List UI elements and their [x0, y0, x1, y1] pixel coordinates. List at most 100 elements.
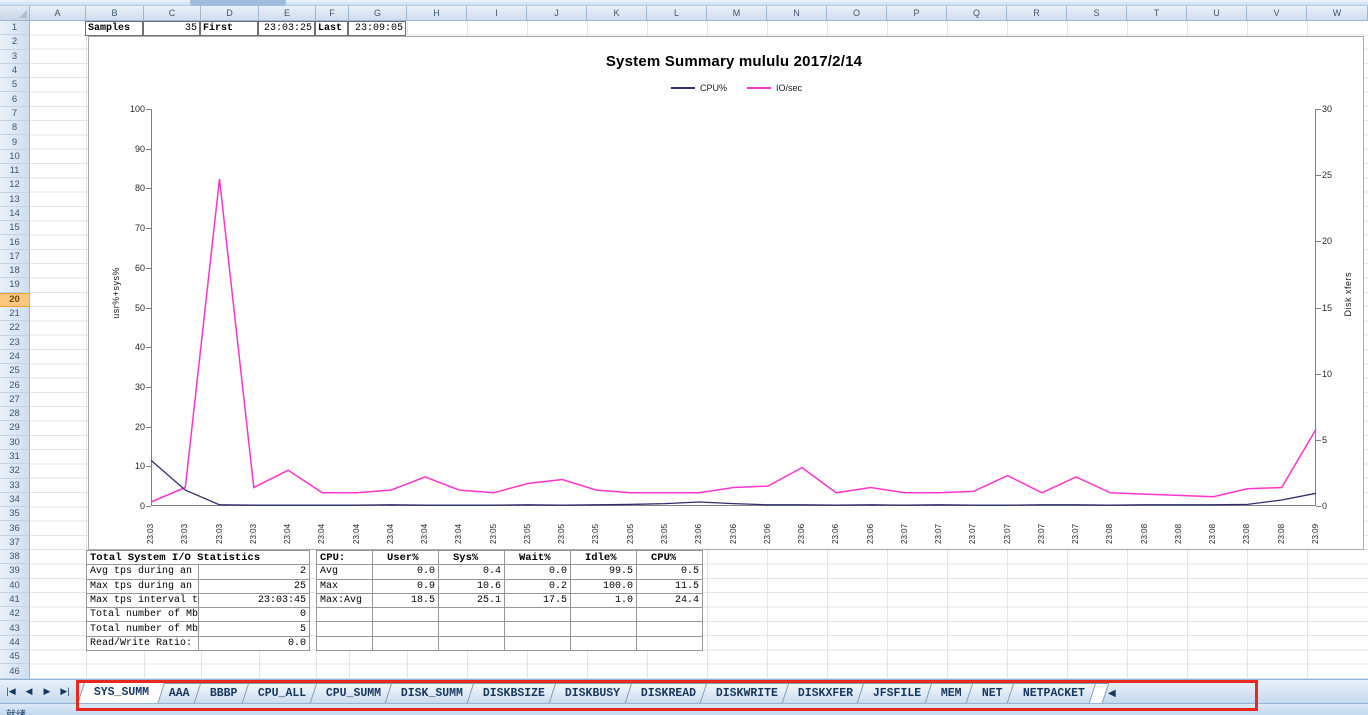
empty-cell[interactable]	[636, 607, 703, 623]
sheet-area[interactable]: System Summary mululu 2017/2/14 CPU% IO/s…	[30, 21, 1368, 679]
cpu-header-cell[interactable]: Wait%	[504, 549, 571, 566]
empty-cell[interactable]	[316, 635, 373, 652]
empty-cell[interactable]	[438, 621, 505, 637]
row-header-38[interactable]: 38	[0, 549, 30, 565]
cpu-stat-cell[interactable]: 0.2	[504, 578, 571, 594]
cpu-stat-cell[interactable]: 18.5	[372, 592, 439, 609]
row-header-30[interactable]: 30	[0, 435, 30, 450]
sheet-tab-sys_summ[interactable]: SYS_SUMM	[77, 681, 166, 703]
empty-cell[interactable]	[504, 635, 571, 652]
row-header-10[interactable]: 10	[0, 149, 30, 164]
io-stat-value[interactable]: 0.0	[197, 635, 310, 652]
sheet-tab-diskbusy[interactable]: DISKBUSY	[549, 683, 637, 703]
row-header-45[interactable]: 45	[0, 650, 30, 665]
column-header-R[interactable]: R	[1007, 6, 1067, 21]
row-header-9[interactable]: 9	[0, 135, 30, 150]
column-header-K[interactable]: K	[587, 6, 647, 21]
empty-cell[interactable]	[316, 621, 373, 637]
row-header-32[interactable]: 32	[0, 464, 30, 479]
empty-cell[interactable]	[570, 635, 637, 652]
column-header-G[interactable]: G	[349, 6, 407, 21]
column-header-E[interactable]: E	[259, 6, 316, 21]
column-header-T[interactable]: T	[1127, 6, 1187, 21]
column-header-M[interactable]: M	[707, 6, 767, 21]
row-header-13[interactable]: 13	[0, 192, 30, 207]
column-header-W[interactable]: W	[1307, 6, 1368, 21]
row-header-16[interactable]: 16	[0, 235, 30, 250]
empty-cell[interactable]	[504, 607, 571, 623]
cell-last_label[interactable]: Last	[315, 21, 348, 36]
io-stat-value[interactable]: 23:03:45	[197, 592, 310, 609]
cell-samples_value[interactable]: 35	[143, 21, 200, 36]
cpu-stat-cell[interactable]: 0.0	[372, 564, 439, 580]
cpu-stat-cell[interactable]: 0.9	[372, 578, 439, 594]
empty-cell[interactable]	[372, 607, 439, 623]
column-header-N[interactable]: N	[767, 6, 827, 21]
empty-cell[interactable]	[570, 607, 637, 623]
row-header-39[interactable]: 39	[0, 564, 30, 579]
row-header-42[interactable]: 42	[0, 607, 30, 622]
row-header-46[interactable]: 46	[0, 664, 30, 679]
cpu-stat-cell[interactable]: Avg	[316, 564, 373, 580]
cpu-stat-cell[interactable]: 100.0	[570, 578, 637, 594]
row-header-27[interactable]: 27	[0, 392, 30, 408]
cpu-header-cell[interactable]: Sys%	[438, 549, 505, 566]
io-stat-label[interactable]: Max tps interval time:	[86, 592, 199, 609]
row-header-43[interactable]: 43	[0, 621, 30, 636]
io-stat-label[interactable]: Total number of Mbytes writte	[86, 621, 199, 637]
cpu-header-cell[interactable]: User%	[372, 549, 439, 566]
sheet-tab-cpu_summ[interactable]: CPU_SUMM	[309, 683, 398, 703]
io-stat-label[interactable]: Read/Write Ratio:	[86, 635, 199, 652]
row-header-6[interactable]: 6	[0, 92, 30, 107]
row-header-37[interactable]: 37	[0, 535, 30, 550]
empty-cell[interactable]	[372, 621, 439, 637]
row-header-14[interactable]: 14	[0, 206, 30, 222]
io-stat-label[interactable]: Avg tps during an interval:	[86, 564, 199, 580]
row-header-31[interactable]: 31	[0, 449, 30, 465]
row-header-33[interactable]: 33	[0, 478, 30, 493]
row-header-7[interactable]: 7	[0, 106, 30, 122]
select-all-corner[interactable]	[0, 6, 30, 21]
empty-cell[interactable]	[372, 635, 439, 652]
cpu-stat-cell[interactable]: 24.4	[636, 592, 703, 609]
cpu-header-cell[interactable]: CPU%	[636, 549, 703, 566]
empty-cell[interactable]	[316, 607, 373, 623]
row-header-35[interactable]: 35	[0, 507, 30, 522]
cpu-stat-cell[interactable]: Max:Avg	[316, 592, 373, 609]
row-header-12[interactable]: 12	[0, 178, 30, 193]
column-header-Q[interactable]: Q	[947, 6, 1007, 21]
column-header-F[interactable]: F	[316, 6, 349, 21]
row-header-22[interactable]: 22	[0, 321, 30, 336]
row-header-25[interactable]: 25	[0, 364, 30, 379]
cpu-stat-cell[interactable]: 1.0	[570, 592, 637, 609]
column-header-D[interactable]: D	[201, 6, 259, 21]
row-header-1[interactable]: 1	[0, 21, 30, 36]
column-header-V[interactable]: V	[1247, 6, 1307, 21]
column-header-O[interactable]: O	[827, 6, 887, 21]
row-header-15[interactable]: 15	[0, 221, 30, 236]
row-header-5[interactable]: 5	[0, 78, 30, 93]
sheet-tab-diskbsize[interactable]: DISKBSIZE	[466, 683, 562, 703]
sheet-tab-diskwrite[interactable]: DISKWRITE	[699, 683, 795, 703]
next-sheet-button[interactable]: ▶	[39, 682, 55, 700]
row-header-3[interactable]: 3	[0, 49, 30, 64]
row-header-24[interactable]: 24	[0, 349, 30, 365]
row-header-20[interactable]: 20	[0, 292, 30, 307]
column-header-S[interactable]: S	[1067, 6, 1127, 21]
row-header-17[interactable]: 17	[0, 249, 30, 265]
empty-cell[interactable]	[438, 607, 505, 623]
io-stat-value[interactable]: 0	[197, 607, 310, 623]
cpu-stat-cell[interactable]: 10.6	[438, 578, 505, 594]
io-stat-value[interactable]: 25	[197, 578, 310, 594]
sheet-tab-diskread[interactable]: DISKREAD	[624, 683, 713, 703]
column-header-B[interactable]: B	[86, 6, 144, 21]
io-stat-label[interactable]: Max tps during an interval:	[86, 578, 199, 594]
last-sheet-button[interactable]: ▶|	[57, 682, 73, 700]
column-header-H[interactable]: H	[407, 6, 467, 21]
row-header-18[interactable]: 18	[0, 264, 30, 279]
cell-last_value[interactable]: 23:09:05	[348, 21, 406, 36]
column-header-C[interactable]: C	[144, 6, 201, 21]
cpu-stat-cell[interactable]: Max	[316, 578, 373, 594]
empty-cell[interactable]	[636, 635, 703, 652]
cpu-stat-cell[interactable]: 17.5	[504, 592, 571, 609]
